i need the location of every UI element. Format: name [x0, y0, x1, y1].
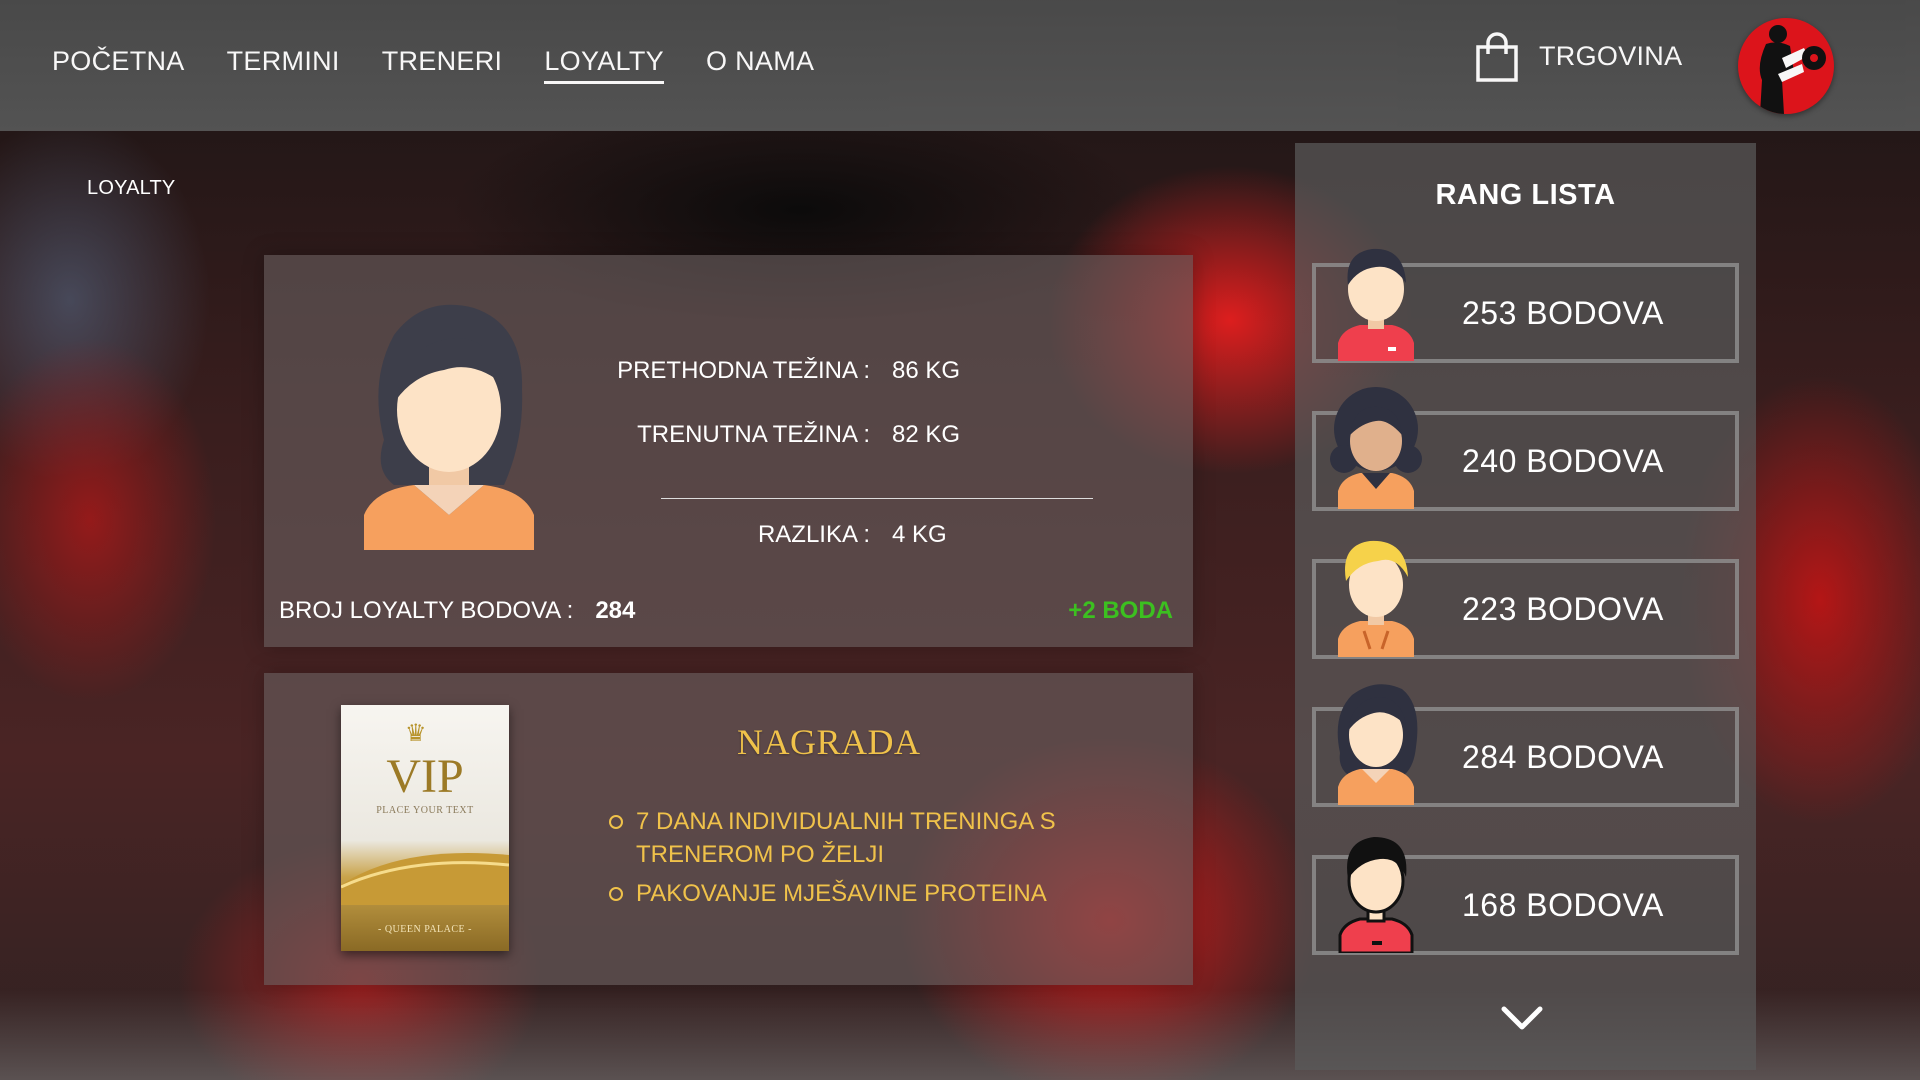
female-avatar-icon: [364, 304, 534, 550]
main-nav: POČETNA TERMINI TRENERI LOYALTY O NAMA: [52, 46, 814, 84]
breadcrumb: LOYALTY: [87, 177, 176, 199]
previous-weight-value: 86 KG: [892, 357, 961, 384]
vip-subtitle: PLACE YOUR TEXT: [376, 805, 474, 816]
vip-footer: - QUEEN PALACE -: [377, 924, 472, 935]
reward-item: 7 DANA INDIVIDUALNIH TRENINGA S TRENEROM…: [609, 805, 1079, 871]
ranking-points: 240 BODOVA: [1462, 443, 1664, 479]
ranking-entry[interactable]: 253 BODOVA: [1312, 248, 1739, 363]
weight-difference-value: 4 KG: [892, 521, 947, 548]
female-avatar-icon: [1337, 684, 1418, 805]
gym-logo[interactable]: [1738, 18, 1834, 114]
weightlifter-logo-icon: [1759, 25, 1826, 114]
vip-title: VIP: [386, 750, 464, 803]
nav-item-loyalty[interactable]: LOYALTY: [544, 46, 664, 84]
nav-item-termini[interactable]: TERMINI: [227, 46, 340, 84]
previous-weight-row: PRETHODNA TEŽINA : 86 KG: [602, 357, 960, 385]
female-curly-avatar-icon: [1330, 387, 1422, 509]
stats-divider: [661, 498, 1093, 499]
loyalty-points-value: 284: [595, 597, 636, 624]
weight-difference-label: RAZLIKA :: [757, 521, 870, 548]
ranking-entry[interactable]: 240 BODOVA: [1312, 387, 1739, 511]
ranking-panel: RANG LISTA 253 BODOVA 240 BODOVA 223 BOD…: [1295, 143, 1756, 1070]
loyalty-points-label: BROJ LOYALTY BODOVA :: [279, 597, 574, 624]
loyalty-points-row: BROJ LOYALTY BODOVA : 284: [279, 597, 635, 625]
current-weight-value: 82 KG: [892, 421, 961, 448]
current-weight-label: TRENUTNA TEŽINA :: [637, 421, 870, 448]
ranking-title: RANG LISTA: [1435, 179, 1616, 211]
ranking-points: 284 BODOVA: [1462, 739, 1664, 775]
nav-item-pocetna[interactable]: POČETNA: [52, 46, 185, 84]
shop-link[interactable]: TRGOVINA: [1475, 30, 1682, 82]
weight-stats-card: PRETHODNA TEŽINA : 86 KG TRENUTNA TEŽINA…: [264, 255, 1193, 647]
ranking-entry[interactable]: 168 BODOVA: [1312, 837, 1739, 955]
male-avatar-icon: [1338, 248, 1414, 361]
chevron-down-icon[interactable]: [1500, 1005, 1544, 1033]
male-outline-avatar-icon: [1338, 837, 1414, 953]
top-navigation-bar: POČETNA TERMINI TRENERI LOYALTY O NAMA T…: [0, 0, 1920, 131]
previous-weight-label: PRETHODNA TEŽINA :: [617, 357, 870, 384]
weight-difference-row: RAZLIKA : 4 KG: [602, 521, 947, 549]
reward-card: ♛ VIP PLACE YOUR TEXT - QUEEN PALACE - N…: [264, 673, 1193, 985]
ranking-points: 253 BODOVA: [1462, 295, 1664, 331]
shop-label: TRGOVINA: [1539, 40, 1683, 71]
crown-icon: ♛: [405, 720, 427, 747]
reward-list: 7 DANA INDIVIDUALNIH TRENINGA S TRENEROM…: [609, 805, 1079, 916]
ranking-points: 168 BODOVA: [1462, 887, 1664, 923]
current-weight-row: TRENUTNA TEŽINA : 82 KG: [602, 421, 960, 449]
reward-item: PAKOVANJE MJEŠAVINE PROTEINA: [609, 877, 1079, 910]
blond-avatar-icon: [1338, 540, 1414, 657]
vip-card-image: ♛ VIP PLACE YOUR TEXT - QUEEN PALACE -: [341, 705, 509, 951]
points-bonus-badge: +2 BODA: [1068, 597, 1173, 624]
reward-title: NAGRADA: [737, 722, 921, 762]
ranking-entry[interactable]: 223 BODOVA: [1312, 540, 1739, 659]
nav-item-o-nama[interactable]: O NAMA: [706, 46, 814, 84]
ranking-points: 223 BODOVA: [1462, 591, 1664, 627]
ranking-entry[interactable]: 284 BODOVA: [1312, 684, 1739, 807]
nav-item-treneri[interactable]: TRENERI: [382, 46, 503, 84]
gold-wave-decoration: [341, 853, 509, 905]
shopping-bag-icon: [1476, 32, 1518, 82]
